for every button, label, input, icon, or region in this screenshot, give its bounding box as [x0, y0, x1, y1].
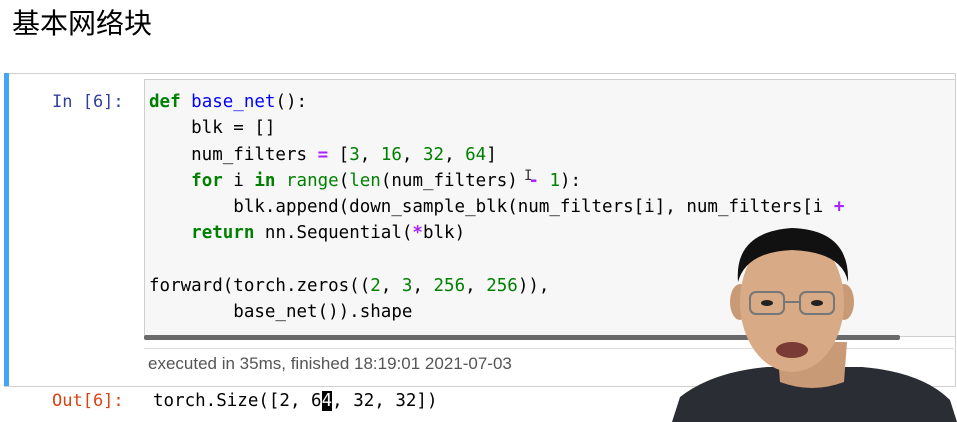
code-token: , [359, 144, 381, 165]
code-token: num_filters [149, 144, 318, 165]
number: 256 [433, 276, 466, 297]
code-line: blk = [] [149, 118, 276, 139]
code-token: ] [486, 144, 497, 165]
text-cursor-icon: I [524, 168, 533, 184]
code-token: nn.Sequential( [254, 223, 413, 244]
number: 3 [401, 276, 413, 297]
builtin-len: len [349, 170, 381, 191]
number: 16 [380, 144, 402, 165]
number: 32 [422, 144, 445, 165]
code-token: )), [517, 276, 550, 297]
page-heading: 基本网络块 [12, 7, 153, 40]
operator: = [317, 144, 329, 165]
code-token: forward(torch.zeros(( [149, 276, 371, 297]
code-token: , [412, 276, 434, 297]
input-prompt: In [6]: [52, 92, 124, 112]
output-prompt: Out[6]: [52, 391, 124, 411]
number: 3 [349, 144, 360, 165]
number: 2 [370, 276, 381, 297]
output-text: torch.Size([2, 64, 32, 32]) [153, 388, 437, 414]
code-token: , [465, 276, 487, 297]
presenter-webcam-icon [672, 228, 957, 422]
code-token: blk) [422, 223, 466, 244]
execution-info: executed in 35ms, finished 18:19:01 2021… [148, 354, 512, 373]
operator: * [412, 223, 423, 244]
output-token: , 32, 32]) [332, 391, 438, 411]
keyword-for: for [191, 170, 223, 191]
number: 256 [486, 276, 518, 297]
code-token: , [380, 276, 402, 297]
code-token: , [444, 144, 466, 165]
builtin-range: range [286, 170, 339, 191]
code-token: , [401, 144, 423, 165]
code-token: ): [560, 170, 582, 191]
selected-cell-indicator [4, 73, 9, 386]
code-token: i [222, 170, 255, 191]
keyword-def: def [149, 92, 181, 112]
code-token: blk.append(down_sample_blk(num_filters[i… [149, 197, 834, 218]
code-token: (): [275, 92, 308, 112]
output-token: torch.Size([2, 6 [153, 391, 322, 411]
keyword-return: return [191, 223, 255, 244]
code-token: (num_filters) [380, 170, 529, 191]
code-line: base_net()).shape [149, 302, 413, 323]
number: 64 [465, 144, 487, 165]
operator: + [833, 197, 845, 218]
highlighted-char: 4 [321, 391, 333, 411]
code-token: ( [338, 170, 350, 191]
keyword-in: in [254, 170, 276, 191]
code-token: [ [328, 144, 350, 165]
function-name: base_net [191, 92, 276, 112]
number: 1 [549, 170, 560, 191]
